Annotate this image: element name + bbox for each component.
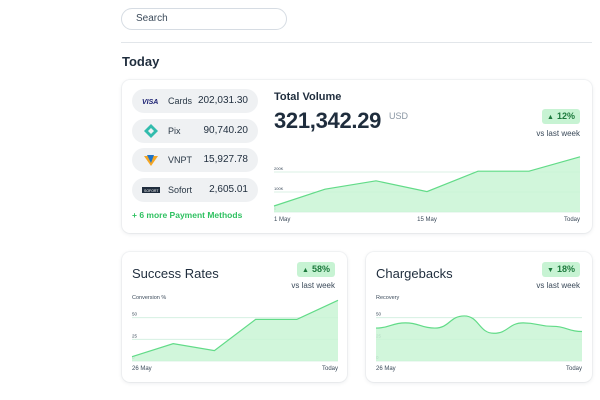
vs-last-week-label: vs last week <box>536 129 580 138</box>
sofort-logo-icon: SOFORT <box>142 187 160 193</box>
y-tick-label: 200K <box>274 166 284 171</box>
section-title: Today <box>122 54 160 69</box>
change-badge: ▲ 58% <box>297 262 335 277</box>
payment-method-cards[interactable]: VISA Cards 202,031.30 <box>132 89 258 113</box>
change-badge: ▼ 18% <box>542 262 580 277</box>
divider <box>121 42 592 43</box>
payment-method-value: 15,927.78 <box>203 154 249 165</box>
payment-method-name: Sofort <box>168 185 193 195</box>
x-tick-label: Today <box>566 366 582 372</box>
total-volume-chart: 0100K200K1 May15 MayToday <box>273 156 581 223</box>
chargebacks-title: Chargebacks <box>376 266 453 281</box>
x-tick-label: 26 May <box>132 366 152 372</box>
success-rates-title: Success Rates <box>132 266 219 281</box>
area-fill <box>132 300 338 361</box>
currency-label: USD <box>389 111 409 121</box>
y-tick-label: 50 <box>132 312 138 317</box>
change-value: 58% <box>311 264 330 274</box>
payment-method-name: Pix <box>168 126 181 136</box>
y-tick-label: 25 <box>132 333 138 338</box>
payment-method-name: Cards <box>168 96 193 106</box>
visa-logo-icon: VISA <box>142 99 158 106</box>
more-payment-methods-link[interactable]: + 6 more Payment Methods <box>132 210 242 220</box>
vnpt-logo-icon <box>144 155 158 166</box>
payment-method-sofort[interactable]: SOFORT Sofort 2,605.01 <box>132 178 258 202</box>
change-badge: ▲ 12% <box>542 109 580 124</box>
payment-method-name: VNPT <box>168 155 193 165</box>
success-rates-card: Success Rates ▲ 58% vs last week Conversi… <box>122 252 347 382</box>
vs-last-week-label: vs last week <box>291 281 335 290</box>
chargebacks-chart: 0255026 MayToday <box>375 312 583 372</box>
arrow-down-icon: ▼ <box>547 267 554 274</box>
payment-method-value: 90,740.20 <box>203 125 249 136</box>
pix-logo-icon <box>144 124 158 138</box>
total-volume-title: Total Volume <box>274 91 342 103</box>
area-fill <box>274 156 580 212</box>
x-tick-label: 15 May <box>417 217 437 223</box>
change-value: 12% <box>556 111 575 121</box>
y-tick-label: 100K <box>274 186 284 191</box>
chargebacks-card: Chargebacks ▼18% vs last week Recovery 0… <box>366 252 592 382</box>
arrow-up-icon: ▲ <box>302 267 309 274</box>
payment-method-pix[interactable]: Pix 90,740.20 <box>132 119 258 143</box>
svg-text:VISA: VISA <box>142 99 158 106</box>
success-rates-chart: 0255026 MayToday <box>131 299 339 372</box>
change-value: 18% <box>556 264 575 274</box>
x-tick-label: 1 May <box>274 217 290 223</box>
x-tick-label: 26 May <box>376 366 396 372</box>
payment-method-value: 2,605.01 <box>209 184 248 195</box>
vs-last-week-label: vs last week <box>536 281 580 290</box>
search-input[interactable]: Search <box>121 8 287 30</box>
payment-method-vnpt[interactable]: VNPT 15,927.78 <box>132 148 258 172</box>
payment-method-value: 202,031.30 <box>197 95 248 106</box>
x-tick-label: Today <box>322 366 338 372</box>
total-volume-amount: 321,342.29 <box>274 108 382 133</box>
total-volume-card: VISA Cards 202,031.30 Pix 90,740.20 VNPT… <box>122 80 592 233</box>
x-tick-label: Today <box>564 217 580 223</box>
svg-text:SOFORT: SOFORT <box>144 189 159 193</box>
arrow-up-icon: ▲ <box>547 114 554 121</box>
y-tick-label: 50 <box>376 312 382 317</box>
